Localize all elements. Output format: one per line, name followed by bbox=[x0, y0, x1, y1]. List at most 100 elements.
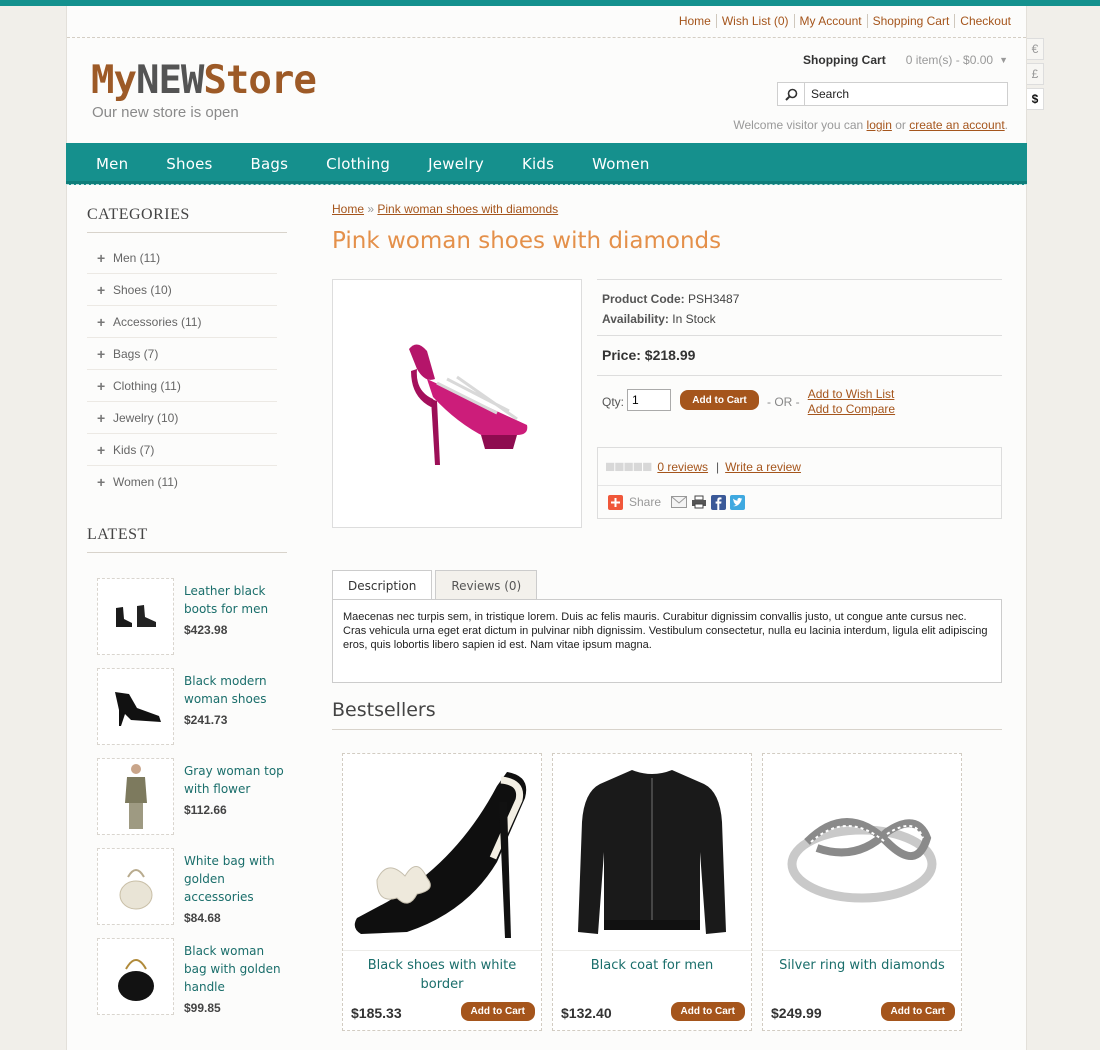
email-icon[interactable] bbox=[671, 495, 688, 509]
currency-switcher: € £ $ bbox=[1026, 38, 1044, 113]
bestseller-image-black-coat[interactable] bbox=[553, 754, 751, 951]
nav-women[interactable]: Women bbox=[592, 143, 649, 184]
cart-value: 0 item(s) - $0.00 bbox=[905, 53, 994, 67]
review-box: ■■■■■ 0 reviews | Write a review Share bbox=[597, 447, 1002, 519]
category-item[interactable]: + Jewelry (10) bbox=[87, 402, 277, 434]
latest-item-name[interactable]: Gray woman top with flower bbox=[184, 762, 284, 798]
write-review-link[interactable]: Write a review bbox=[725, 460, 801, 474]
latest-thumb-top[interactable] bbox=[97, 758, 174, 835]
currency-pound[interactable]: £ bbox=[1026, 63, 1044, 85]
nav-clothing[interactable]: Clothing bbox=[326, 143, 390, 184]
login-link[interactable]: login bbox=[867, 118, 892, 132]
nav-bags[interactable]: Bags bbox=[251, 143, 289, 184]
create-account-link[interactable]: create an account bbox=[909, 118, 1004, 132]
add-to-cart-button[interactable]: Add to Cart bbox=[460, 1002, 535, 1021]
category-item[interactable]: + Accessories (11) bbox=[87, 306, 277, 338]
nav-men[interactable]: Men bbox=[96, 143, 128, 184]
latest-item: White bag with golden accessories $84.68 bbox=[97, 848, 287, 938]
latest-item: Black modern woman shoes $241.73 bbox=[97, 668, 287, 758]
nav-shoes[interactable]: Shoes bbox=[166, 143, 212, 184]
plus-icon: + bbox=[97, 474, 106, 490]
store-tagline: Our new store is open bbox=[92, 104, 239, 121]
add-to-compare-link[interactable]: Add to Compare bbox=[808, 402, 895, 417]
description-text: Maecenas nec turpis sem, in tristique lo… bbox=[332, 599, 1002, 683]
top-links: Home Wish List (0) My Account Shopping C… bbox=[674, 14, 1016, 28]
add-to-cart-button[interactable]: Add to Cart bbox=[880, 1002, 955, 1021]
category-item[interactable]: + Men (11) bbox=[87, 242, 277, 274]
plus-icon: + bbox=[97, 409, 106, 426]
tab-description[interactable]: Description bbox=[332, 570, 433, 601]
latest-thumb-boots[interactable] bbox=[97, 578, 174, 655]
plus-icon: + bbox=[97, 345, 106, 362]
latest-item-name[interactable]: Leather black boots for men bbox=[184, 582, 284, 618]
product-info: Product Code: PSH3487 Availability: In S… bbox=[597, 279, 1002, 519]
share-label[interactable]: Share bbox=[629, 495, 661, 509]
purchase-row: Qty: Add to Cart - OR - Add to Wish List… bbox=[597, 375, 1002, 447]
store-logo[interactable]: MyNEWStore bbox=[91, 58, 317, 104]
print-icon[interactable] bbox=[691, 495, 707, 509]
header-divider bbox=[67, 37, 1026, 38]
bestseller-card: Black shoes with white border $185.33 Ad… bbox=[342, 753, 542, 1031]
tab-reviews[interactable]: Reviews (0) bbox=[435, 570, 538, 600]
search-input[interactable] bbox=[805, 87, 1000, 101]
plus-icon: + bbox=[97, 441, 106, 458]
page-container: Home Wish List (0) My Account Shopping C… bbox=[66, 6, 1027, 1050]
bestsellers-list: Black shoes with white border $185.33 Ad… bbox=[342, 753, 972, 1031]
bestsellers-title: Bestsellers bbox=[332, 699, 1002, 730]
search-icon[interactable] bbox=[778, 83, 805, 105]
bestseller-price: $249.99 bbox=[771, 1005, 822, 1021]
latest-thumb-black-bag[interactable] bbox=[97, 938, 174, 1015]
latest-item: Black woman bag with golden handle $99.85 bbox=[97, 938, 287, 1028]
top-link-account[interactable]: My Account bbox=[793, 14, 867, 28]
facebook-icon[interactable] bbox=[711, 494, 727, 510]
latest-item-price: $99.85 bbox=[184, 1001, 221, 1015]
cart-summary[interactable]: Shopping Cart 0 item(s) - $0.00 ▼ bbox=[803, 53, 1008, 67]
reviews-link[interactable]: 0 reviews bbox=[657, 460, 708, 474]
product-tabs: Description Reviews (0) bbox=[332, 570, 540, 601]
plus-icon: + bbox=[97, 313, 106, 330]
cart-label: Shopping Cart bbox=[803, 53, 886, 67]
latest-item: Gray woman top with flower $112.66 bbox=[97, 758, 287, 848]
latest-thumb-shoes[interactable] bbox=[97, 668, 174, 745]
qty-input[interactable] bbox=[627, 389, 672, 411]
page-title: Pink woman shoes with diamonds bbox=[332, 228, 722, 254]
category-list: + Men (11) + Shoes (10) + Accessories (11) … bbox=[87, 242, 277, 498]
twitter-icon[interactable] bbox=[730, 494, 746, 510]
welcome-message: Welcome visitor you can login or create … bbox=[733, 118, 1008, 132]
bestseller-name[interactable]: Black coat for men bbox=[553, 956, 751, 975]
bestseller-image-black-shoes[interactable] bbox=[343, 754, 541, 951]
bestseller-image-silver-ring[interactable] bbox=[763, 754, 961, 951]
breadcrumb-home[interactable]: Home bbox=[332, 202, 364, 216]
bestseller-name[interactable]: Silver ring with diamonds bbox=[763, 956, 961, 975]
category-item[interactable]: + Kids (7) bbox=[87, 434, 277, 466]
latest-title: LATEST bbox=[87, 526, 287, 553]
product-code: PSH3487 bbox=[688, 292, 740, 306]
latest-item-name[interactable]: Black woman bag with golden handle bbox=[184, 942, 284, 996]
latest-item-name[interactable]: White bag with golden accessories bbox=[184, 852, 284, 906]
bestseller-card: Silver ring with diamonds $249.99 Add to… bbox=[762, 753, 962, 1031]
nav-kids[interactable]: Kids bbox=[522, 143, 554, 184]
main-nav: Men Shoes Bags Clothing Jewelry Kids Wom… bbox=[66, 143, 1027, 185]
category-item[interactable]: + Women (11) bbox=[87, 466, 277, 498]
add-to-wishlist-link[interactable]: Add to Wish List bbox=[808, 387, 895, 402]
category-item[interactable]: + Bags (7) bbox=[87, 338, 277, 370]
bestseller-price: $185.33 bbox=[351, 1005, 402, 1021]
bestseller-name[interactable]: Black shoes with white border bbox=[343, 956, 541, 994]
add-to-cart-button[interactable]: Add to Cart bbox=[670, 1002, 745, 1021]
top-link-home[interactable]: Home bbox=[674, 14, 716, 28]
breadcrumb: Home » Pink woman shoes with diamonds bbox=[332, 202, 559, 216]
category-item[interactable]: + Shoes (10) bbox=[87, 274, 277, 306]
add-to-cart-button[interactable]: Add to Cart bbox=[680, 390, 760, 410]
product-image[interactable] bbox=[332, 279, 582, 528]
breadcrumb-current[interactable]: Pink woman shoes with diamonds bbox=[377, 202, 558, 216]
currency-euro[interactable]: € bbox=[1026, 38, 1044, 60]
top-link-checkout[interactable]: Checkout bbox=[954, 14, 1016, 28]
currency-dollar[interactable]: $ bbox=[1026, 88, 1044, 110]
nav-jewelry[interactable]: Jewelry bbox=[428, 143, 484, 184]
category-item[interactable]: + Clothing (11) bbox=[87, 370, 277, 402]
latest-item-name[interactable]: Black modern woman shoes bbox=[184, 672, 284, 708]
latest-thumb-white-bag[interactable] bbox=[97, 848, 174, 925]
share-plus-icon[interactable] bbox=[608, 494, 623, 510]
top-link-wishlist[interactable]: Wish List (0) bbox=[715, 14, 794, 28]
top-link-cart[interactable]: Shopping Cart bbox=[866, 14, 955, 28]
